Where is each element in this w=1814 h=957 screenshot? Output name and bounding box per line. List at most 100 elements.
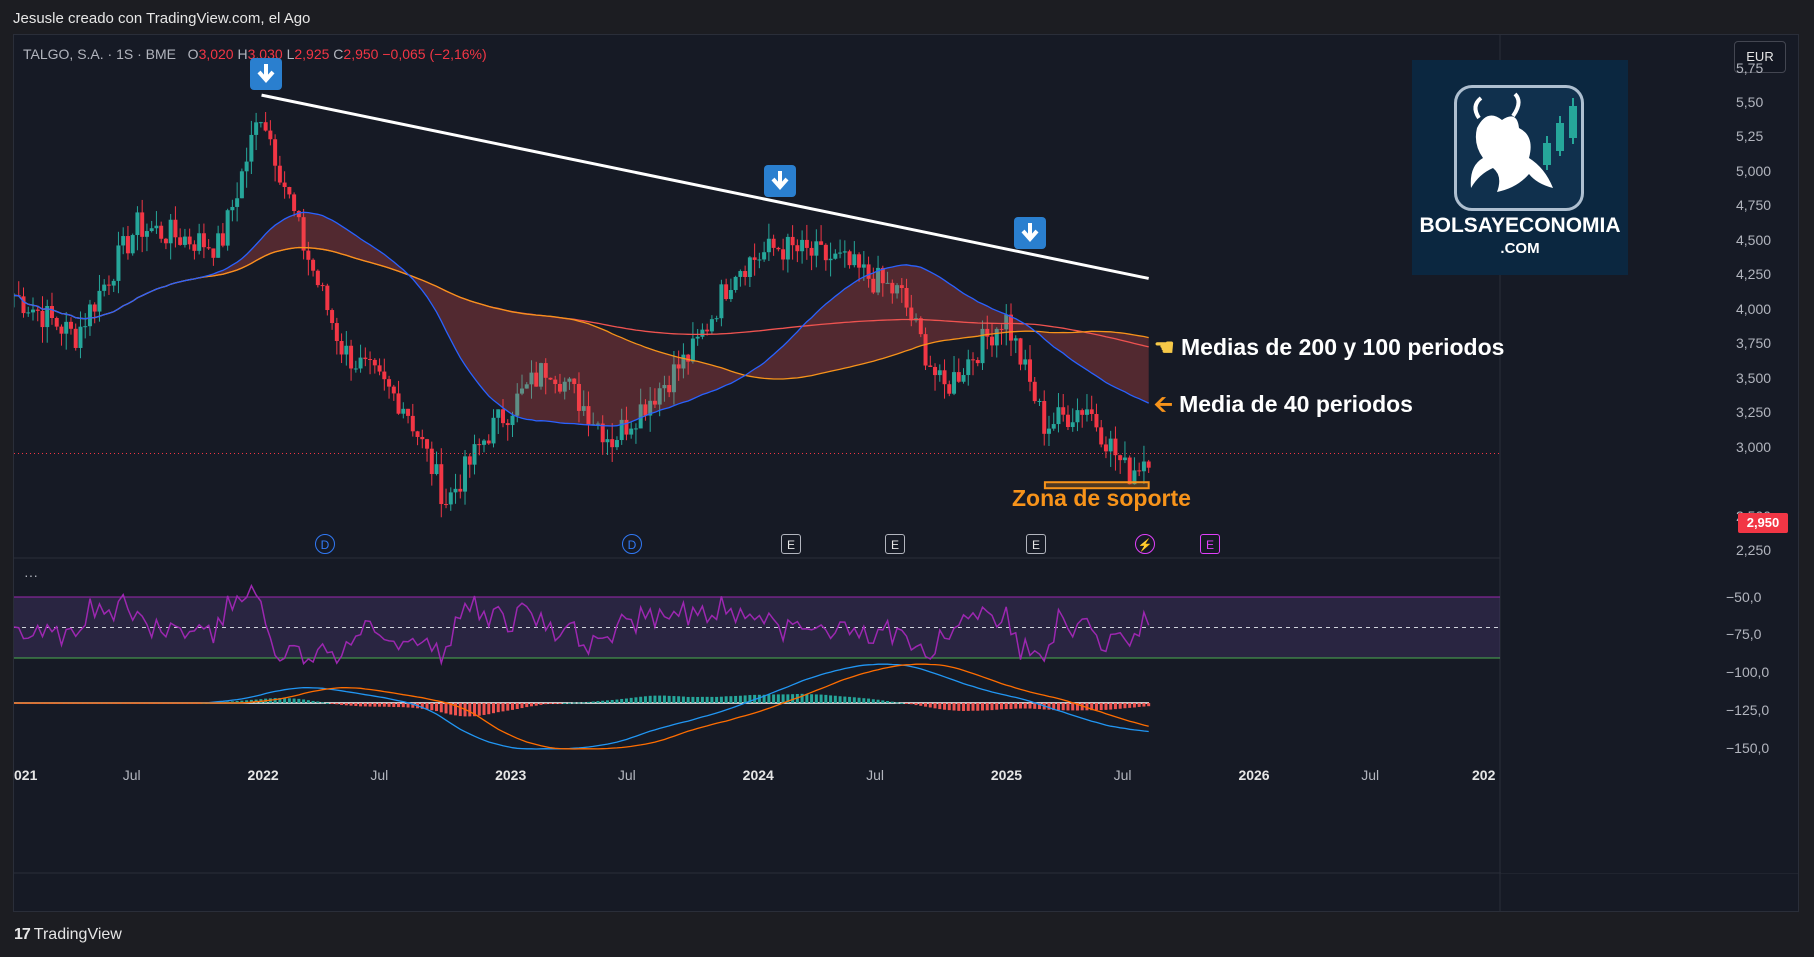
candle-body	[287, 187, 292, 195]
candle-body	[482, 440, 487, 445]
candle-body	[235, 198, 240, 207]
macd-histogram-bar	[810, 694, 814, 703]
pointing-hand-icon: ☚	[1154, 334, 1175, 360]
macd-histogram-bar	[658, 695, 662, 703]
low-value: 2,925	[294, 46, 330, 62]
candle-body	[1023, 359, 1028, 365]
candle-body	[781, 249, 786, 260]
candle-body	[1027, 359, 1032, 382]
candle-body	[372, 359, 377, 366]
candle-body	[852, 254, 857, 266]
candle-body	[363, 357, 368, 360]
candle-body	[501, 409, 506, 424]
lightning-event-icon[interactable]: ⚡	[1135, 534, 1155, 554]
price-tick-label: 5,000	[1736, 162, 1772, 179]
macd-histogram-bar	[335, 703, 339, 705]
macd-histogram-bar	[482, 703, 486, 715]
arrow-down-icon	[1021, 223, 1039, 243]
candle-body	[1146, 461, 1151, 468]
time-tick-label: 202	[1472, 767, 1496, 783]
macd-histogram-bar	[667, 695, 671, 703]
candle-body	[263, 122, 268, 131]
macd-histogram-bar	[586, 701, 590, 703]
dividend-event-2[interactable]: D	[622, 534, 642, 554]
open-value: 3,020	[198, 46, 234, 62]
macd-histogram-bar	[995, 703, 999, 710]
macd-histogram-bar	[492, 703, 496, 714]
candle-body	[439, 464, 444, 505]
macd-histogram-bar	[534, 703, 538, 706]
macd-histogram-bar	[349, 703, 353, 706]
macd-histogram-bar	[1118, 703, 1122, 709]
macd-histogram-bar	[1142, 703, 1146, 707]
footer: 17 TradingView	[0, 912, 1814, 957]
candle-body	[159, 225, 164, 239]
macd-histogram-bar	[976, 703, 980, 711]
candle-body	[743, 271, 748, 278]
macd-histogram-bar	[634, 697, 638, 703]
macd-histogram-bar	[563, 702, 567, 704]
tv-logo-icon: 17	[14, 926, 31, 943]
macd-histogram-bar	[292, 698, 296, 703]
macd-histogram-bar	[306, 700, 310, 703]
candle-body	[952, 372, 957, 394]
candle-body	[814, 241, 819, 256]
indicator-tick-label: −125,0	[1726, 702, 1770, 718]
candle-body	[368, 359, 373, 361]
macd-histogram-bar	[843, 696, 847, 703]
macd-histogram-bar	[648, 695, 652, 703]
candle-body	[97, 290, 102, 312]
macd-histogram-bar	[525, 703, 529, 708]
candle-body	[1070, 422, 1075, 427]
macd-histogram-bar	[316, 701, 320, 703]
macd-histogram-bar	[838, 696, 842, 703]
earnings-event-1[interactable]: E	[781, 534, 801, 554]
change-value: −0,065 (−2,16%)	[382, 46, 487, 62]
earnings-event-2[interactable]: E	[885, 534, 905, 554]
macd-histogram-bar	[605, 700, 609, 703]
chart-frame[interactable]: TALGO, S.A. · 1S · BME O3,020 H3,030 L2,…	[13, 34, 1799, 912]
macd-histogram-bar	[1018, 703, 1022, 709]
candle-body	[78, 326, 83, 348]
macd-histogram-bar	[520, 703, 524, 709]
candle-body	[1084, 409, 1089, 415]
macd-histogram-bar	[886, 700, 890, 703]
more-options-icon[interactable]: ···	[24, 567, 38, 583]
time-tick-label: 2022	[247, 767, 279, 783]
candle-body	[966, 359, 971, 376]
candle-body	[1113, 438, 1118, 456]
candle-body	[320, 285, 325, 287]
candle-body	[30, 309, 35, 313]
time-tick-label: Jul	[1361, 767, 1380, 783]
macd-histogram-bar	[1147, 703, 1151, 707]
candle-body	[83, 326, 88, 328]
dividend-event-1[interactable]: D	[315, 534, 335, 554]
candle-body	[182, 236, 187, 245]
tradingview-logo[interactable]: 17 TradingView	[14, 926, 122, 944]
high-label: H	[237, 46, 248, 62]
price-tick-label: 4,000	[1736, 300, 1772, 317]
price-tick-label: 5,25	[1736, 128, 1764, 145]
logo-com-text: .COM	[1500, 240, 1540, 257]
candle-body	[752, 257, 757, 260]
macd-histogram-bar	[430, 703, 434, 711]
macd-histogram-bar	[938, 703, 942, 710]
candle-body	[434, 464, 439, 475]
macd-histogram-bar	[382, 703, 386, 707]
candle-body	[937, 370, 942, 376]
earnings-event-upcoming[interactable]: E	[1200, 534, 1220, 554]
candle-body	[54, 318, 59, 327]
rsi-band	[14, 597, 1500, 658]
candle-body	[135, 212, 140, 236]
earnings-event-3[interactable]: E	[1026, 534, 1046, 554]
macd-histogram-bar	[401, 703, 405, 708]
candle-body	[125, 236, 130, 254]
candle-body	[458, 488, 463, 492]
candle-body	[339, 341, 344, 355]
bull-logo-icon	[1454, 85, 1584, 211]
candle-body	[610, 439, 615, 448]
candle-body	[111, 280, 116, 286]
candle-body	[505, 423, 510, 426]
macd-histogram-bar	[311, 700, 315, 703]
candle-body	[163, 238, 168, 244]
